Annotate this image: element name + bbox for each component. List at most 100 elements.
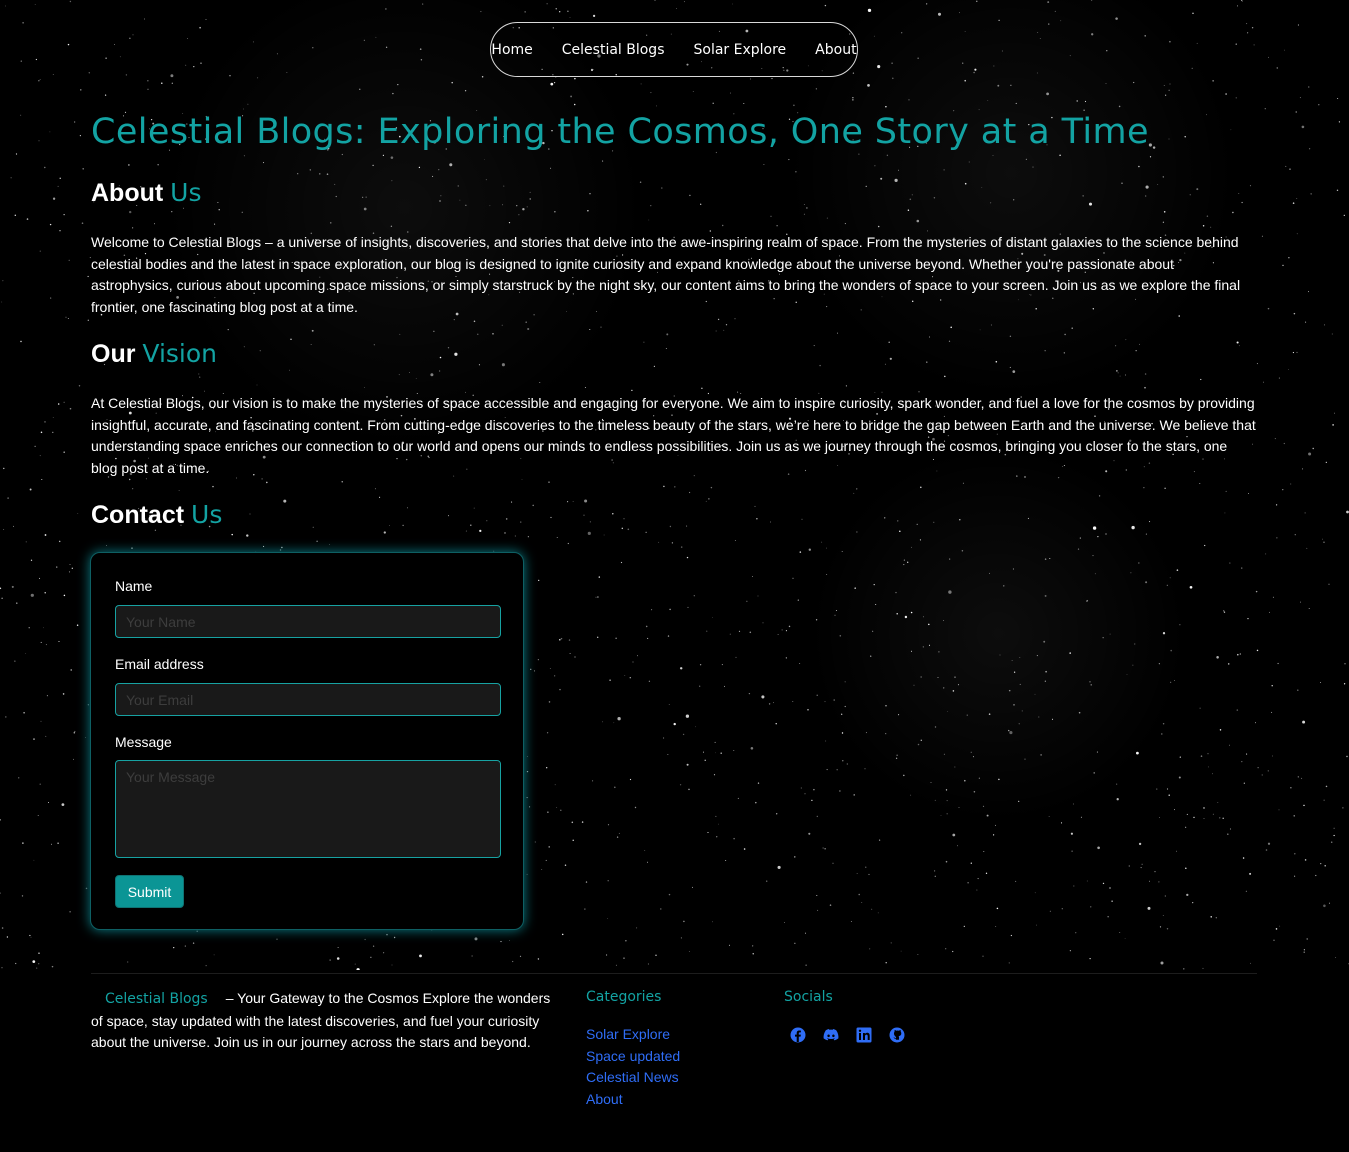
linkedin-icon[interactable] [856, 1027, 872, 1043]
nav-solar-explore[interactable]: Solar Explore [694, 42, 787, 58]
star [1162, 915, 1164, 916]
discord-icon[interactable] [823, 1027, 839, 1043]
star [1255, 590, 1258, 593]
nav-home[interactable]: Home [491, 42, 532, 58]
star [199, 376, 201, 378]
star [243, 155, 245, 157]
star [821, 541, 823, 543]
star [1144, 373, 1147, 375]
star [1307, 291, 1310, 293]
star [539, 382, 541, 383]
star [917, 743, 920, 746]
star [1115, 17, 1118, 20]
star [32, 960, 36, 963]
star [28, 627, 30, 629]
message-textarea[interactable] [115, 760, 501, 858]
star [1186, 813, 1188, 815]
star [474, 937, 478, 941]
star [147, 88, 149, 90]
star [993, 65, 995, 67]
star [59, 230, 61, 232]
star [5, 5, 6, 7]
star [1024, 758, 1026, 760]
nav-celestial-blogs[interactable]: Celestial Blogs [562, 42, 665, 58]
submit-button[interactable]: Submit [115, 875, 184, 908]
star [788, 625, 791, 628]
star [957, 684, 960, 686]
star [839, 790, 841, 792]
star [48, 802, 49, 803]
star [1168, 89, 1170, 91]
category-about-link[interactable]: About [586, 1091, 623, 1107]
star [1165, 94, 1167, 96]
star [171, 211, 173, 213]
email-input[interactable] [115, 683, 501, 716]
star [489, 205, 491, 207]
star [397, 83, 399, 86]
star [1184, 136, 1186, 138]
nav-about[interactable]: About [815, 42, 856, 58]
star [903, 559, 906, 561]
star [1294, 875, 1296, 877]
star [1040, 754, 1042, 756]
star [1245, 890, 1247, 892]
name-input[interactable] [115, 605, 501, 638]
star [824, 848, 826, 850]
star [689, 491, 691, 494]
star [297, 173, 299, 175]
star [132, 488, 134, 490]
star [526, 206, 528, 208]
star [861, 902, 863, 903]
star [602, 160, 604, 162]
star [1272, 596, 1274, 598]
star [1255, 722, 1257, 724]
star [205, 18, 207, 21]
star [643, 341, 645, 343]
category-solar-explore-link[interactable]: Solar Explore [586, 1026, 670, 1042]
star [363, 39, 365, 41]
socials-heading: Socials [784, 989, 833, 1005]
star [569, 17, 571, 18]
star [1047, 1, 1050, 4]
star [651, 609, 653, 611]
star [952, 950, 954, 953]
star [36, 967, 38, 969]
star [1335, 957, 1337, 958]
star [389, 525, 391, 527]
star [854, 587, 856, 589]
star [1060, 20, 1062, 22]
star [511, 501, 513, 503]
star [1243, 782, 1245, 784]
star [1168, 794, 1170, 796]
star [1144, 386, 1146, 389]
facebook-icon[interactable] [790, 1027, 806, 1043]
star [1308, 452, 1312, 456]
star [290, 338, 292, 340]
star [1337, 97, 1339, 100]
star [39, 79, 41, 80]
star [793, 104, 795, 107]
star [420, 59, 423, 61]
star [700, 203, 702, 205]
star [1251, 27, 1254, 29]
star [171, 82, 173, 84]
star [813, 345, 815, 347]
star [607, 879, 609, 882]
star [1338, 121, 1341, 123]
star [1070, 832, 1073, 835]
star [1161, 733, 1163, 735]
star [688, 950, 690, 952]
github-icon[interactable] [889, 1027, 905, 1043]
star [392, 92, 394, 95]
category-space-updated-link[interactable]: Space updated [586, 1048, 680, 1064]
star [550, 167, 552, 169]
social-links [790, 1027, 905, 1043]
star [998, 19, 1000, 21]
star [241, 211, 243, 213]
star [776, 813, 778, 815]
star [3, 529, 5, 530]
star [1075, 932, 1077, 934]
star [1092, 526, 1097, 530]
star [712, 102, 714, 105]
category-celestial-news-link[interactable]: Celestial News [586, 1069, 679, 1085]
